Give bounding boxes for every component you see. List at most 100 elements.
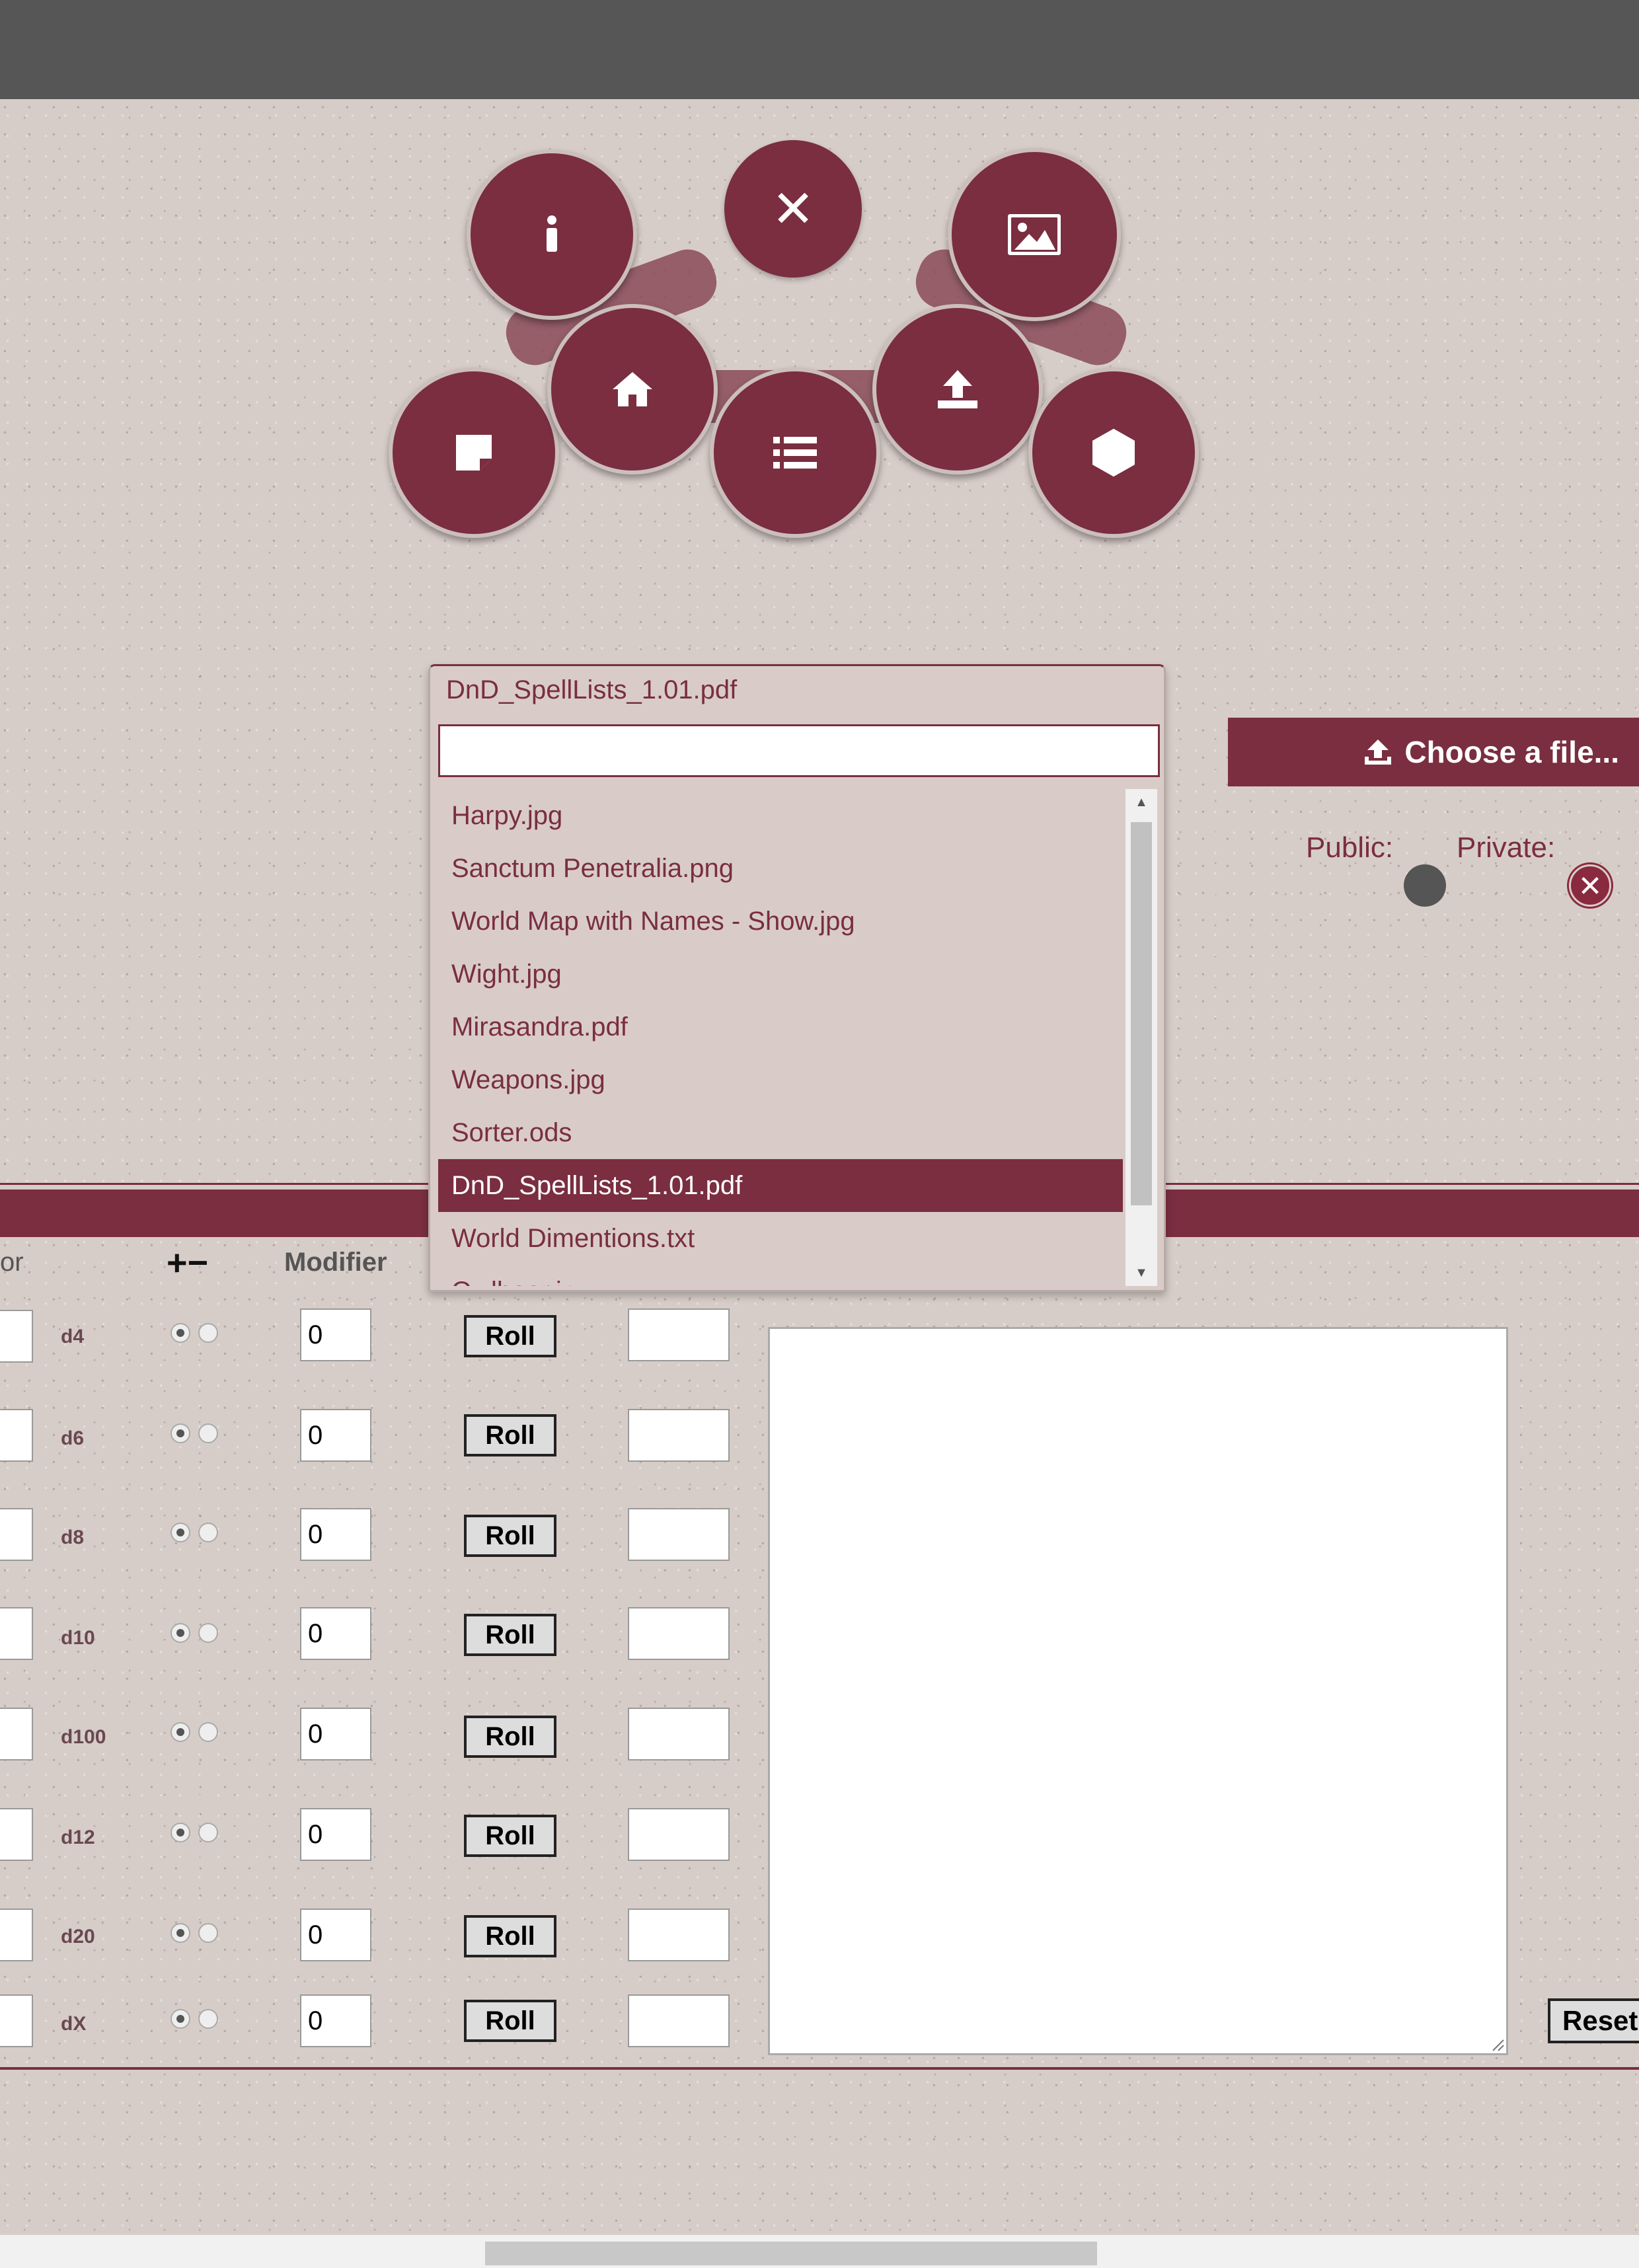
die-label: d8	[61, 1527, 85, 1548]
horizontal-scrollbar[interactable]	[0, 2235, 1639, 2268]
file-option[interactable]: Sanctum Penetralia.png	[438, 842, 1123, 895]
roll-button[interactable]: Roll	[464, 1716, 556, 1758]
die-label: d20	[61, 1926, 95, 1947]
modifier-input[interactable]: 0	[300, 1909, 371, 1961]
file-option-highlighted[interactable]: DnD_SpellLists_1.01.pdf	[438, 1159, 1123, 1212]
public-toggle[interactable]	[1404, 864, 1446, 907]
die-label: d6	[61, 1427, 85, 1449]
die-label: d10	[61, 1627, 95, 1649]
roll-button[interactable]: Roll	[464, 1315, 556, 1357]
notes-button[interactable]	[389, 367, 559, 538]
result-output	[628, 1308, 730, 1361]
plus-radio[interactable]	[171, 1923, 190, 1943]
roll-button[interactable]: Roll	[464, 1614, 556, 1656]
modifier-input[interactable]: 0	[300, 1708, 371, 1760]
modifier-input[interactable]: 0	[300, 1994, 371, 2047]
file-select-dropdown[interactable]: DnD_SpellLists_1.01.pdf Harpy.jpg Sanctu…	[428, 664, 1166, 1292]
plus-radio[interactable]	[171, 1523, 190, 1542]
minus-radio[interactable]	[198, 1823, 218, 1842]
plus-radio[interactable]	[171, 1823, 190, 1842]
file-option[interactable]: World Dimentions.txt	[438, 1212, 1123, 1265]
upload-icon	[1365, 739, 1392, 765]
plus-radio[interactable]	[171, 1423, 190, 1443]
plus-minus-header: +−	[167, 1243, 209, 1283]
image-icon	[1008, 214, 1061, 255]
dice-icon	[1092, 428, 1135, 477]
minus-radio[interactable]	[198, 1923, 218, 1943]
roll-button[interactable]: Roll	[464, 1815, 556, 1857]
plus-radio[interactable]	[171, 1323, 190, 1343]
roll-button[interactable]: Roll	[464, 1515, 556, 1557]
upload-button[interactable]	[872, 304, 1043, 474]
result-output	[628, 1508, 730, 1561]
modifier-input[interactable]: 0	[300, 1607, 371, 1660]
home-icon	[613, 372, 652, 406]
result-output	[628, 1607, 730, 1660]
minus-radio[interactable]	[198, 1623, 218, 1643]
plus-radio[interactable]	[171, 1722, 190, 1742]
file-option[interactable]: Mirasandra.pdf	[438, 1001, 1123, 1053]
choose-file-label: Choose a file...	[1404, 735, 1619, 769]
minus-radio[interactable]	[198, 2009, 218, 2029]
dice-count-input[interactable]	[0, 1708, 33, 1760]
file-list-scrollbar[interactable]: ▲ ▼	[1125, 789, 1157, 1286]
roll-button[interactable]: Roll	[464, 2000, 556, 2042]
scroll-down-icon[interactable]: ▼	[1125, 1260, 1157, 1286]
browser-top-bar	[0, 0, 1639, 99]
modifier-input[interactable]: 0	[300, 1808, 371, 1861]
reset-button[interactable]: Reset	[1548, 1998, 1639, 2043]
horizontal-scrollbar-thumb[interactable]	[485, 2242, 1097, 2265]
roll-button[interactable]: Roll	[464, 1915, 556, 1957]
result-output	[628, 1994, 730, 2047]
scroll-up-icon[interactable]: ▲	[1125, 789, 1157, 815]
roll-button[interactable]: Roll	[464, 1414, 556, 1456]
result-output	[628, 1909, 730, 1961]
minus-radio[interactable]	[198, 1423, 218, 1443]
modifier-header: Modifier	[284, 1248, 387, 1277]
info-button[interactable]	[467, 149, 637, 320]
die-label: d4	[61, 1326, 85, 1347]
public-label: Public:	[1306, 831, 1394, 864]
dice-button[interactable]	[1028, 367, 1199, 538]
menu-close-button[interactable]: ✕	[724, 140, 862, 278]
resize-handle-icon[interactable]	[1489, 2036, 1505, 2052]
modifier-input[interactable]: 0	[300, 1409, 371, 1462]
die-label: d100	[61, 1726, 106, 1748]
result-output	[628, 1409, 730, 1462]
minus-radio[interactable]	[198, 1722, 218, 1742]
file-search-input[interactable]	[438, 724, 1160, 777]
private-toggle[interactable]: ✕	[1569, 864, 1611, 907]
list-icon	[773, 437, 817, 469]
column-header-partial: or	[0, 1248, 24, 1277]
result-output	[628, 1808, 730, 1861]
modifier-input[interactable]: 0	[300, 1308, 371, 1361]
dice-count-input[interactable]	[0, 1310, 33, 1363]
die-label: d12	[61, 1827, 95, 1848]
dice-count-input[interactable]	[0, 1607, 33, 1660]
selected-file[interactable]: DnD_SpellLists_1.01.pdf	[446, 675, 737, 705]
list-button[interactable]	[710, 367, 880, 538]
image-button[interactable]	[948, 148, 1121, 321]
home-button[interactable]	[547, 304, 718, 474]
scrollbar-thumb[interactable]	[1131, 822, 1152, 1205]
file-option[interactable]: Wight.jpg	[438, 948, 1123, 1001]
plus-radio[interactable]	[171, 2009, 190, 2029]
file-option[interactable]: Sorter.ods	[438, 1106, 1123, 1159]
minus-radio[interactable]	[198, 1323, 218, 1343]
roll-log-textarea[interactable]	[768, 1327, 1508, 2055]
note-icon	[456, 435, 492, 471]
file-option[interactable]: World Map with Names - Show.jpg	[438, 895, 1123, 948]
file-option[interactable]: Harpy.jpg	[438, 789, 1123, 842]
dice-count-input[interactable]	[0, 1808, 33, 1861]
dice-count-input[interactable]	[0, 1994, 33, 2047]
dice-count-input[interactable]	[0, 1409, 33, 1462]
modifier-input[interactable]: 0	[300, 1508, 371, 1561]
file-option[interactable]: Owlbear.jpg	[438, 1265, 1123, 1286]
dice-count-input[interactable]	[0, 1909, 33, 1961]
file-option[interactable]: Weapons.jpg	[438, 1053, 1123, 1106]
plus-radio[interactable]	[171, 1623, 190, 1643]
choose-file-button[interactable]: Choose a file...	[1228, 718, 1639, 786]
dice-count-input[interactable]	[0, 1508, 33, 1561]
result-output	[628, 1708, 730, 1760]
minus-radio[interactable]	[198, 1523, 218, 1542]
